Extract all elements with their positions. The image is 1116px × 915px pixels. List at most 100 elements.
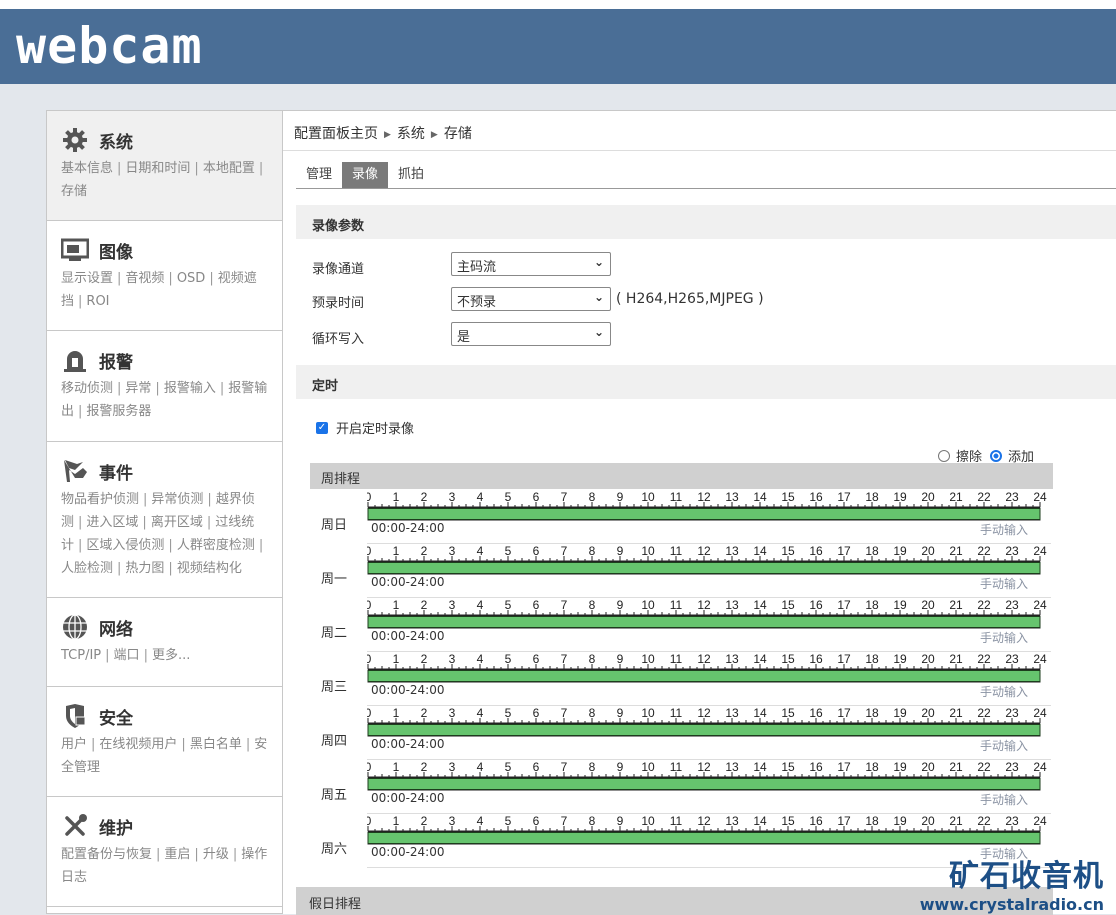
sidebar-link[interactable]: 配置备份与恢复 <box>61 847 152 862</box>
timer-header: 定时 <box>296 365 1116 399</box>
channel-select[interactable]: 主码流 ⌄ <box>451 252 611 276</box>
tab-record[interactable]: 录像 <box>342 162 389 188</box>
sidebar-link[interactable]: 日期和时间 <box>125 161 190 176</box>
separator: | <box>219 381 225 396</box>
loop-select[interactable]: 是 ⌄ <box>451 322 611 346</box>
manual-input-link[interactable]: 手动输入 <box>980 521 1028 538</box>
sidebar-link[interactable]: 存储 <box>61 184 87 199</box>
sidebar-section-header[interactable]: 系统 <box>61 125 268 155</box>
timeline[interactable]: 0 1 2 3 4 5 6 7 8 9 10 11 12 13 14 15 16 17 18 19 20 21 22 23 24 <box>367 544 1057 576</box>
sidebar-section-header[interactable]: 事件 <box>61 456 268 486</box>
sidebar-link[interactable]: 重启 <box>164 847 190 862</box>
sidebar-link[interactable]: 基本信息 <box>61 161 113 176</box>
hour-label: 19 <box>893 652 907 666</box>
manual-input-link[interactable]: 手动输入 <box>980 575 1028 592</box>
sidebar-link[interactable]: 黑白名单 <box>190 737 242 752</box>
manual-input-link[interactable]: 手动输入 <box>980 683 1028 700</box>
hour-label: 20 <box>921 490 935 504</box>
hour-label: 16 <box>809 490 823 504</box>
watermark-title: 矿石收音机 <box>949 859 1104 894</box>
sidebar-link[interactable]: 区域入侵侦测 <box>86 538 164 553</box>
separator: | <box>78 294 83 309</box>
day-label: 周六 <box>321 842 348 857</box>
separator: | <box>207 492 212 507</box>
hour-label: 7 <box>561 760 568 774</box>
time-range: 00:00-24:00 <box>371 791 445 805</box>
sidebar-link[interactable]: 本地配置 <box>203 161 255 176</box>
manual-input-link[interactable]: 手动输入 <box>980 737 1028 754</box>
sidebar-link[interactable]: 视频结构化 <box>177 561 242 576</box>
timeline[interactable]: 0 1 2 3 4 5 6 7 8 9 10 11 12 13 14 15 16 17 18 19 20 21 22 23 24 <box>367 652 1057 684</box>
timeline[interactable]: 0 1 2 3 4 5 6 7 8 9 10 11 12 13 14 15 16 17 18 19 20 21 22 23 24 <box>367 706 1057 738</box>
sidebar-link[interactable]: 报警输入 <box>164 381 216 396</box>
sidebar-link[interactable]: 物品看护侦测 <box>61 492 139 507</box>
hour-label: 6 <box>533 760 540 774</box>
sidebar-link[interactable]: OSD <box>177 271 206 286</box>
hour-label: 4 <box>477 814 484 828</box>
sidebar-link[interactable]: 人群密度检测 <box>177 538 255 553</box>
sidebar-link[interactable]: 音视频 <box>125 271 164 286</box>
separator: | <box>117 381 122 396</box>
sidebar-link[interactable]: 人脸检测 <box>61 561 113 576</box>
sidebar-section-title: 图像 <box>99 242 133 263</box>
sidebar-section-header[interactable]: 维护 <box>61 811 268 841</box>
erase-radio[interactable] <box>938 449 950 462</box>
sidebar-link[interactable]: 移动侦测 <box>61 381 113 396</box>
add-radio[interactable] <box>990 449 1003 462</box>
breadcrumb-system[interactable]: 系统 <box>397 126 425 142</box>
hour-label: 21 <box>949 760 963 774</box>
sidebar-link[interactable]: 报警服务器 <box>86 404 151 419</box>
enable-timer-checkbox[interactable]: ✓ 开启定时录像 <box>316 418 414 437</box>
manual-input-link[interactable]: 手动输入 <box>980 629 1028 646</box>
sidebar-section-header[interactable]: 图像 <box>61 235 268 265</box>
schedule-row: 周三 0 1 2 3 4 5 6 7 8 9 10 11 12 13 14 15 16 17 18 19 20 21 22 23… <box>310 652 1053 706</box>
hour-label: 22 <box>977 544 991 558</box>
hour-label: 21 <box>949 598 963 612</box>
hour-label: 9 <box>617 814 624 828</box>
timeline[interactable]: 0 1 2 3 4 5 6 7 8 9 10 11 12 13 14 15 16 17 18 19 20 21 22 23 24 <box>367 760 1057 792</box>
sidebar-section-4: 网络 TCP/IP | 端口 | 更多... <box>47 598 282 687</box>
hour-label: 4 <box>477 598 484 612</box>
separator: | <box>156 847 161 862</box>
recording-segment <box>367 562 1041 574</box>
sidebar-link[interactable]: 异常 <box>125 381 151 396</box>
hour-label: 10 <box>641 814 655 828</box>
tab-manage[interactable]: 管理 <box>296 162 342 188</box>
prerecord-select[interactable]: 不预录 ⌄ <box>451 287 611 311</box>
hour-label: 22 <box>977 598 991 612</box>
hour-label: 7 <box>561 544 568 558</box>
sidebar-section-header[interactable]: 报警 <box>61 345 268 375</box>
tab-snapshot[interactable]: 抓拍 <box>388 162 434 188</box>
sidebar-section-1: 图像 显示设置 | 音视频 | OSD | 视频遮挡 | ROI <box>47 221 282 331</box>
hour-label: 18 <box>865 598 879 612</box>
sidebar-link[interactable]: 更多... <box>152 648 190 663</box>
sidebar-section-header[interactable]: 网络 <box>61 612 268 642</box>
separator: | <box>155 381 160 396</box>
sidebar-link[interactable]: ROI <box>86 294 109 309</box>
sidebar-link[interactable]: 升级 <box>203 847 229 862</box>
sidebar-section-header[interactable]: 安全 <box>61 701 268 731</box>
watermark-url: www.crystalradio.cn <box>919 895 1104 914</box>
hour-label: 23 <box>1005 652 1019 666</box>
hour-label: 18 <box>865 544 879 558</box>
timeline[interactable]: 0 1 2 3 4 5 6 7 8 9 10 11 12 13 14 15 16 17 18 19 20 21 22 23 24 <box>367 490 1057 522</box>
manual-input-link[interactable]: 手动输入 <box>980 791 1028 808</box>
hour-label: 23 <box>1005 706 1019 720</box>
hour-label: 15 <box>781 544 795 558</box>
sidebar-link[interactable]: 用户 <box>61 737 87 752</box>
timeline[interactable]: 0 1 2 3 4 5 6 7 8 9 10 11 12 13 14 15 16 17 18 19 20 21 22 23 24 <box>367 598 1057 630</box>
hour-label: 16 <box>809 598 823 612</box>
sidebar-link[interactable]: TCP/IP <box>61 648 101 663</box>
sidebar-link[interactable]: 进入区域 <box>86 515 138 530</box>
sidebar-link[interactable]: 在线视频用户 <box>99 737 177 752</box>
sidebar-link[interactable]: 异常侦测 <box>151 492 203 507</box>
sidebar-link[interactable]: 热力图 <box>125 561 164 576</box>
sidebar-link[interactable]: 离开区域 <box>151 515 203 530</box>
sidebar-link[interactable]: 显示设置 <box>61 271 113 286</box>
breadcrumb-home[interactable]: 配置面板主页 <box>294 126 378 142</box>
hour-label: 19 <box>893 490 907 504</box>
sidebar-link[interactable]: 端口 <box>114 648 140 663</box>
hour-label: 9 <box>617 706 624 720</box>
separator: | <box>105 648 110 663</box>
timeline[interactable]: 0 1 2 3 4 5 6 7 8 9 10 11 12 13 14 15 16 17 18 19 20 21 22 23 24 <box>367 814 1057 846</box>
